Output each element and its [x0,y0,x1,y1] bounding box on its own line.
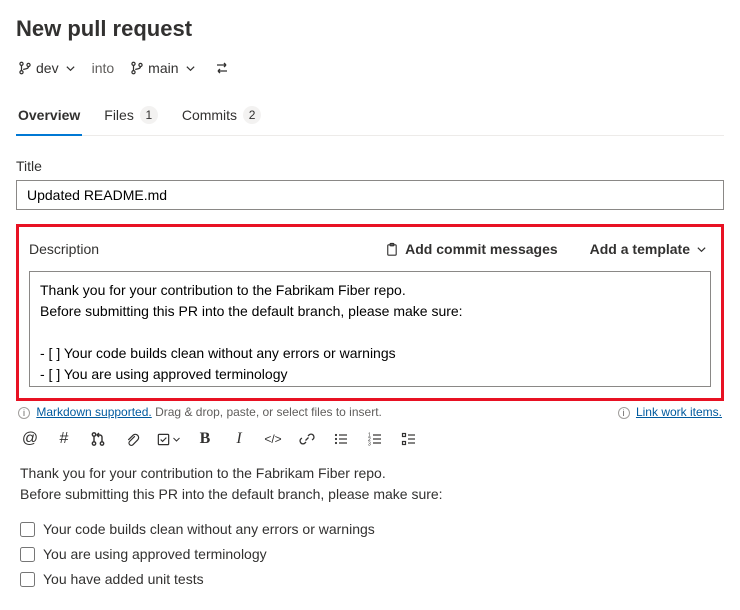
clipboard-icon [384,242,399,257]
description-hints: i Markdown supported. Drag & drop, paste… [18,405,722,419]
chevron-down-icon [65,63,76,74]
into-label: into [84,60,123,76]
link-work-items-link[interactable]: Link work items. [636,405,722,419]
tab-files[interactable]: Files 1 [102,98,160,136]
description-highlight-box: Description Add commit messages Add a te… [16,224,724,401]
preview-checkbox[interactable] [20,572,35,587]
preview-check-item: You have added unit tests [20,569,720,590]
preview-checkbox[interactable] [20,547,35,562]
tabs: Overview Files 1 Commits 2 [16,98,724,136]
preview-check-item: You are using approved terminology [20,544,720,565]
title-input[interactable] [16,180,724,210]
preview-intro: Thank you for your contribution to the F… [20,463,720,505]
target-branch-name: main [148,60,178,76]
add-commit-messages-button[interactable]: Add commit messages [380,237,562,261]
bold-button[interactable]: B [195,429,215,449]
checklist-button[interactable] [399,429,419,449]
title-label: Title [16,158,724,174]
italic-button[interactable]: I [229,429,249,449]
attach-button[interactable] [122,429,142,449]
code-button[interactable]: </> [263,429,283,449]
preview-check-label: Your code builds clean without any error… [43,519,375,540]
drag-drop-hint: Drag & drop, paste, or select files to i… [155,405,382,419]
branch-selector-row: dev into main [16,56,724,80]
work-item-hash-button[interactable]: # [54,429,74,449]
bulleted-list-button[interactable] [331,429,351,449]
markdown-supported-link[interactable]: Markdown supported. [36,405,151,419]
tab-overview[interactable]: Overview [16,98,82,136]
link-button[interactable] [297,429,317,449]
description-textarea[interactable] [29,271,711,387]
chevron-down-icon [696,244,707,255]
chevron-down-icon [185,63,196,74]
files-count-badge: 1 [140,106,158,124]
target-branch-selector[interactable]: main [128,58,197,78]
numbered-list-button[interactable]: 123 [365,429,385,449]
description-preview: Thank you for your contribution to the F… [16,459,724,610]
info-icon: i [18,407,30,419]
info-icon: i [618,407,630,419]
source-branch-selector[interactable]: dev [16,58,78,78]
add-template-button[interactable]: Add a template [586,237,711,261]
preview-check-item: Your code builds clean without any error… [20,519,720,540]
preview-check-label: You have added unit tests [43,569,204,590]
svg-text:3: 3 [368,442,371,448]
pr-reference-button[interactable] [88,429,108,449]
description-label: Description [29,241,356,257]
tab-commits[interactable]: Commits 2 [180,98,263,136]
branch-icon [130,61,144,75]
preview-checkbox[interactable] [20,522,35,537]
toolbar-task-menu[interactable] [156,432,181,447]
markdown-toolbar: @ # B I </> [16,425,724,459]
branch-icon [18,61,32,75]
mention-button[interactable]: @ [20,429,40,449]
source-branch-name: dev [36,60,59,76]
swap-branches-button[interactable] [210,56,234,80]
commits-count-badge: 2 [243,106,261,124]
page-title: New pull request [16,16,724,42]
preview-check-label: You are using approved terminology [43,544,267,565]
